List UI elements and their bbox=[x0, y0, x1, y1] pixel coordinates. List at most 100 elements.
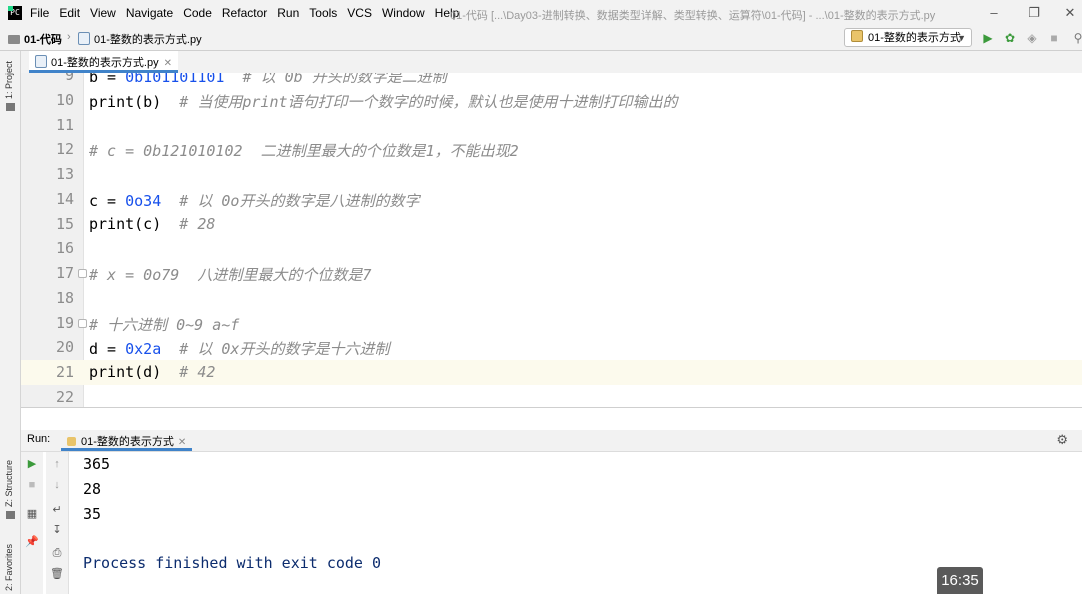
number-literal: 0o34 bbox=[125, 191, 162, 210]
menu-list: File Edit View Navigate Code Refactor Ru… bbox=[30, 0, 469, 26]
favorites-tool-button[interactable]: 2: Favorites bbox=[4, 544, 14, 591]
line-number: 22 bbox=[55, 387, 74, 406]
code-line[interactable]: 18 bbox=[21, 286, 1082, 311]
code-line[interactable]: 14 c = 0o34 # 以 0o开头的数字是八进制的数字 bbox=[21, 187, 1082, 212]
code-statement: b = 0b101101101 bbox=[89, 73, 224, 86]
minimize-icon[interactable]: – bbox=[980, 3, 1008, 23]
stop-icon[interactable]: ■ bbox=[22, 475, 42, 495]
menu-tools[interactable]: Tools bbox=[309, 6, 337, 20]
trash-icon[interactable]: 🗑 bbox=[47, 564, 67, 584]
console-line: Process finished with exit code 0 bbox=[83, 554, 382, 572]
run-tab[interactable]: 01-整数的表示方式 ✕ bbox=[61, 430, 193, 451]
soft-wrap-icon[interactable]: ↵ bbox=[47, 500, 67, 520]
breadcrumb-project[interactable]: 01-代码 bbox=[8, 31, 62, 47]
run-toolbar-primary: ▶ ■ ▦ 📌 bbox=[21, 452, 43, 594]
menu-vcs[interactable]: VCS bbox=[347, 6, 372, 20]
code-line[interactable]: 12 # c = 0b121010102 二进制里最大的个位数是1，不能出现2 bbox=[21, 137, 1082, 162]
left-tool-strip: 1: Project Z: Structure 2: Favorites bbox=[0, 51, 21, 594]
code-line[interactable]: 15 print(c) # 28 bbox=[21, 212, 1082, 237]
rerun-icon[interactable]: ▶ bbox=[22, 454, 42, 474]
menu-run[interactable]: Run bbox=[277, 6, 299, 20]
line-number: 16 bbox=[55, 239, 74, 258]
menu-file[interactable]: File bbox=[30, 6, 49, 20]
chevron-down-icon: ▼ bbox=[957, 33, 966, 43]
code-line[interactable]: 22 bbox=[21, 385, 1082, 407]
code-line[interactable]: 19 # 十六进制 0~9 a~f bbox=[21, 311, 1082, 336]
close-tab-icon[interactable]: ✕ bbox=[164, 58, 172, 69]
menu-bar: PC File Edit View Navigate Code Refactor… bbox=[0, 0, 1082, 26]
menu-code[interactable]: Code bbox=[183, 6, 212, 20]
code-comment: # c = 0b121010102 二进制里最大的个位数是1，不能出现2 bbox=[89, 142, 519, 161]
code-line[interactable]: 13 bbox=[21, 162, 1082, 187]
code-comment: # 以 0x开头的数字是十六进制 bbox=[161, 340, 390, 359]
line-number: 21 bbox=[55, 363, 74, 381]
code-comment: # 当使用print语句打印一个数字的时候，默认也是使用十进制打印输出的 bbox=[161, 92, 678, 111]
menu-edit[interactable]: Edit bbox=[59, 6, 80, 20]
python-config-icon bbox=[851, 30, 863, 42]
run-configuration-select[interactable]: 01-整数的表示方式 ▼ bbox=[844, 28, 972, 47]
code-statement: print(d) bbox=[89, 363, 162, 381]
code-line[interactable]: 20 d = 0x2a # 以 0x开头的数字是十六进制 bbox=[21, 335, 1082, 360]
line-number: 19 bbox=[55, 313, 74, 332]
project-tool-button[interactable]: 1: Project bbox=[4, 61, 14, 99]
console-line: 28 bbox=[83, 479, 102, 498]
pycharm-logo-icon: PC bbox=[8, 6, 22, 20]
code-text: d = 0x2a # 以 0x开头的数字是十六进制 bbox=[89, 338, 389, 359]
window-title: 01-代码 [...\Day03-进制转换、数据类型详解、类型转换、运算符\01… bbox=[450, 10, 936, 22]
code-editor[interactable]: 9 b = 0b101101101 # 以 0b 开头的数字是二进制 10 print… bbox=[21, 73, 1082, 407]
code-text: print(b) # 当使用print语句打印一个数字的时候，默认也是使用十进制… bbox=[89, 91, 678, 112]
line-number: 11 bbox=[55, 115, 74, 134]
menu-view[interactable]: View bbox=[90, 6, 116, 20]
panel-divider[interactable] bbox=[21, 407, 1082, 408]
folder-icon bbox=[8, 35, 20, 44]
fold-marker-icon[interactable] bbox=[78, 269, 87, 278]
close-icon[interactable]: ✕ bbox=[1056, 3, 1082, 23]
structure-panel-icon bbox=[6, 511, 15, 519]
arrow-down-icon[interactable]: ↓ bbox=[47, 475, 67, 495]
editor-tab[interactable]: 01-整数的表示方式.py ✕ bbox=[29, 51, 178, 73]
code-text: print(d) # 42 bbox=[89, 363, 215, 381]
line-number: 12 bbox=[55, 140, 74, 159]
arrow-up-icon[interactable]: ↑ bbox=[47, 454, 67, 474]
code-text: c = 0o34 # 以 0o开头的数字是八进制的数字 bbox=[89, 190, 419, 211]
search-icon[interactable]: ⚲ bbox=[1070, 30, 1082, 46]
code-text: b = 0b101101101 # 以 0b 开头的数字是二进制 bbox=[89, 73, 447, 87]
run-panel-header: Run: 01-整数的表示方式 ✕ ⚙ bbox=[21, 430, 1082, 452]
code-comment: # 以 0b 开头的数字是二进制 bbox=[224, 73, 447, 86]
line-number: 15 bbox=[55, 214, 74, 233]
menu-window[interactable]: Window bbox=[382, 6, 425, 20]
pin-icon[interactable]: 📌 bbox=[22, 532, 42, 552]
code-line[interactable]: 16 bbox=[21, 236, 1082, 261]
breadcrumb-file[interactable]: 01-整数的表示方式.py bbox=[78, 31, 202, 47]
navigation-bar: 01-代码 › 01-整数的表示方式.py 01-整数的表示方式 ▼ ▶ ✿ ◈… bbox=[0, 26, 1082, 51]
fold-marker-icon[interactable] bbox=[78, 318, 87, 328]
stop-icon[interactable]: ■ bbox=[1046, 30, 1062, 46]
run-panel-label: Run: bbox=[27, 433, 51, 445]
menu-navigate[interactable]: Navigate bbox=[126, 6, 173, 20]
menu-refactor[interactable]: Refactor bbox=[222, 6, 267, 20]
code-line[interactable]: 10 print(b) # 当使用print语句打印一个数字的时候，默认也是使用十… bbox=[21, 88, 1082, 113]
code-line[interactable]: 21 print(d) # 42 bbox=[21, 360, 1082, 385]
run-console-output[interactable]: 365 28 35 Process finished with exit code 0 bbox=[71, 452, 1082, 594]
restore-layout-icon[interactable]: ▦ bbox=[22, 504, 42, 524]
gear-icon[interactable]: ⚙ bbox=[1056, 432, 1068, 448]
run-icon[interactable]: ▶ bbox=[980, 30, 996, 46]
coverage-icon[interactable]: ◈ bbox=[1024, 30, 1040, 46]
structure-tool-button[interactable]: Z: Structure bbox=[4, 460, 14, 507]
scroll-to-end-icon[interactable]: ↧ bbox=[47, 520, 67, 540]
number-literal: 0x2a bbox=[125, 340, 162, 359]
python-file-icon bbox=[78, 32, 90, 45]
print-icon[interactable]: ⎙ bbox=[47, 543, 67, 563]
code-statement: print(b) bbox=[89, 92, 162, 111]
code-statement: print(c) bbox=[89, 214, 162, 233]
code-line[interactable]: 11 bbox=[21, 113, 1082, 138]
close-tab-icon[interactable]: ✕ bbox=[178, 437, 186, 448]
python-config-icon bbox=[67, 437, 76, 446]
line-number: 13 bbox=[55, 165, 74, 183]
debug-icon[interactable]: ✿ bbox=[1002, 30, 1018, 46]
line-number: 9 bbox=[64, 73, 74, 84]
code-line[interactable]: 9 b = 0b101101101 # 以 0b 开头的数字是二进制 bbox=[21, 73, 1082, 88]
restore-icon[interactable]: ❐ bbox=[1020, 3, 1048, 23]
code-line[interactable]: 17 # x = 0o79 八进制里最大的个位数是7 bbox=[21, 261, 1082, 286]
clock-overlay: 16:35 bbox=[937, 567, 983, 594]
